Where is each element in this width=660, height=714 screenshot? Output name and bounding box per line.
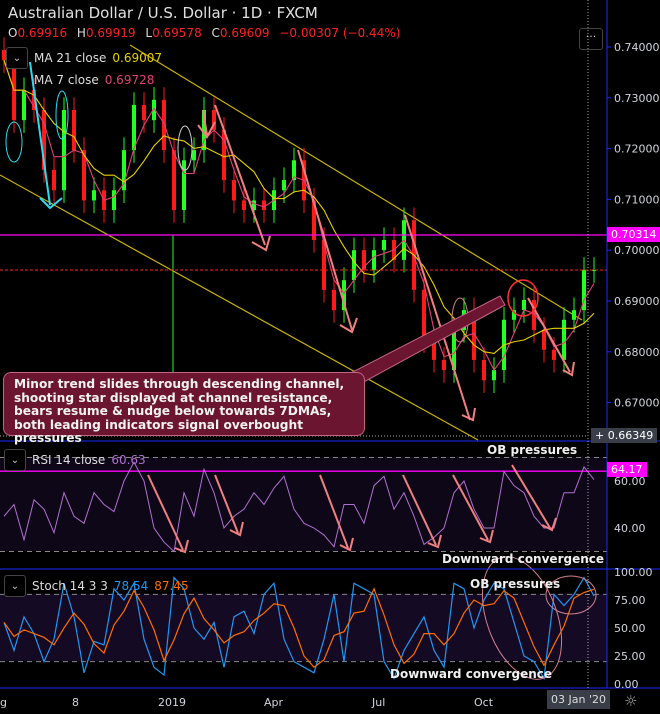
price-tick-label: 0.70000 bbox=[614, 244, 660, 257]
stoch-tick-label: 25.00 bbox=[614, 650, 646, 663]
candle-body bbox=[282, 180, 286, 191]
candle-body bbox=[232, 180, 236, 201]
candle-body bbox=[242, 200, 246, 211]
price-tick-label: 0.72000 bbox=[614, 143, 660, 156]
candle-body bbox=[482, 359, 486, 381]
candle-body bbox=[172, 150, 176, 211]
candle-body bbox=[62, 109, 66, 191]
symbol-title: Australian Dollar / U.S. Dollar · 1D · F… bbox=[8, 4, 318, 22]
candle-body bbox=[442, 359, 446, 371]
price-tick-label: 0.73000 bbox=[614, 92, 660, 105]
rsi-marker-badge: 64.17 bbox=[607, 462, 647, 477]
price-tick-label: 0.69000 bbox=[614, 295, 660, 308]
candle-body bbox=[132, 104, 136, 151]
candle-body bbox=[422, 289, 426, 341]
candle-body bbox=[262, 200, 266, 211]
time-tick-label: 2019 bbox=[158, 696, 186, 709]
more-options-button[interactable]: ··· bbox=[579, 28, 603, 50]
crosshair-price-badge: + 0.66349 bbox=[591, 428, 658, 443]
close-label: C bbox=[211, 26, 220, 40]
chart-canvas[interactable]: 0.74000 0.73000 0.72000 0.71000 0.70000 0.690… bbox=[0, 0, 660, 714]
stoch-note-top: OB pressures bbox=[470, 577, 561, 591]
ma21-label: MA 21 close bbox=[34, 51, 107, 65]
stoch-tick-label: 0.00 bbox=[614, 678, 639, 691]
ma21-value: 0.69007 bbox=[112, 51, 162, 65]
time-tick-label: g bbox=[0, 696, 7, 709]
stoch-k-value: 78.54 bbox=[113, 579, 149, 593]
stoch-tick-label: 50.00 bbox=[614, 622, 646, 635]
chevron-down-icon[interactable]: ⌄ bbox=[4, 575, 26, 597]
price-tick-label: 0.71000 bbox=[614, 193, 660, 206]
time-tick-label: 8 bbox=[72, 696, 79, 709]
candle-body bbox=[492, 370, 496, 381]
crosshair-price: 0.66349 bbox=[607, 429, 654, 442]
price-tick-label: 0.67000 bbox=[614, 397, 660, 410]
rsi-note-top: OB pressures bbox=[487, 443, 578, 457]
ohlc-readout: O0.69916 H0.69919 L0.69578 C0.69609 −0.0… bbox=[8, 26, 406, 40]
candle-body bbox=[142, 104, 146, 121]
time-tick-label: Oct bbox=[474, 696, 494, 709]
time-tick-label: Jul bbox=[371, 696, 385, 709]
trend-arrows bbox=[5, 61, 575, 422]
ma7-legend: MA 7 close 0.69728 bbox=[34, 73, 154, 87]
stoch-label: Stoch 14 3 3 bbox=[32, 579, 108, 593]
candle-body bbox=[382, 240, 386, 251]
settings-gear-icon[interactable]: ☼ bbox=[624, 692, 637, 710]
candle-body bbox=[552, 349, 556, 360]
candle-body bbox=[52, 169, 56, 191]
candle-body bbox=[92, 190, 96, 201]
candle-body bbox=[542, 329, 546, 350]
candle-body bbox=[22, 90, 26, 121]
chevron-down-icon[interactable]: ⌄ bbox=[4, 449, 26, 471]
stoch-tick-label: 75.00 bbox=[614, 594, 646, 607]
ma7-label: MA 7 close bbox=[34, 73, 99, 87]
ma7-value: 0.69728 bbox=[104, 73, 155, 87]
candle-body bbox=[372, 250, 376, 271]
rsi-label: RSI 14 close bbox=[32, 453, 106, 467]
candle-body bbox=[72, 109, 76, 151]
time-tick-label: Apr bbox=[264, 696, 284, 709]
candle-body bbox=[562, 319, 566, 360]
rsi-note-bottom: Downward convergence bbox=[442, 552, 605, 566]
candle-body bbox=[352, 250, 356, 281]
price-marker-badge: 0.70314 bbox=[607, 227, 660, 242]
stoch-legend: ⌄ Stoch 14 3 3 78.54 87.45 bbox=[4, 575, 189, 597]
candle-body bbox=[572, 310, 576, 320]
candle-body bbox=[522, 299, 526, 311]
analysis-callout[interactable]: Minor trend slides through descending ch… bbox=[3, 372, 365, 445]
high-label: H bbox=[76, 26, 86, 40]
candle-body bbox=[182, 160, 186, 211]
high-value: 0.69919 bbox=[85, 26, 136, 40]
stoch-note-bottom: Downward convergence bbox=[390, 667, 553, 681]
crosshair-date-badge: 03 Jan '20 bbox=[547, 690, 610, 709]
change-value: −0.00307 (−0.44%) bbox=[279, 26, 401, 40]
stoch-d-value: 87.45 bbox=[154, 579, 189, 593]
stoch-tick-label: 100.00 bbox=[614, 566, 653, 579]
low-value: 0.69578 bbox=[152, 26, 202, 40]
rsi-value: 60.63 bbox=[111, 453, 146, 467]
ma21-line bbox=[3, 60, 595, 354]
price-tick-label: 0.74000 bbox=[614, 41, 660, 54]
open-value: 0.69916 bbox=[17, 26, 68, 40]
candle-body bbox=[112, 190, 116, 211]
close-value: 0.69609 bbox=[219, 26, 270, 40]
price-tick-label: 0.68000 bbox=[614, 346, 660, 359]
rsi-legend: ⌄ RSI 14 close 60.63 bbox=[4, 449, 146, 471]
chevron-down-icon[interactable]: ⌄ bbox=[6, 47, 28, 69]
candle-body bbox=[222, 129, 226, 181]
rsi-tick-label: 40.00 bbox=[614, 522, 646, 535]
ma21-legend: ⌄ MA 21 close 0.69007 bbox=[6, 47, 162, 69]
plus-icon[interactable]: + bbox=[595, 429, 608, 442]
candle-body bbox=[192, 150, 196, 161]
candle-body bbox=[332, 289, 336, 311]
